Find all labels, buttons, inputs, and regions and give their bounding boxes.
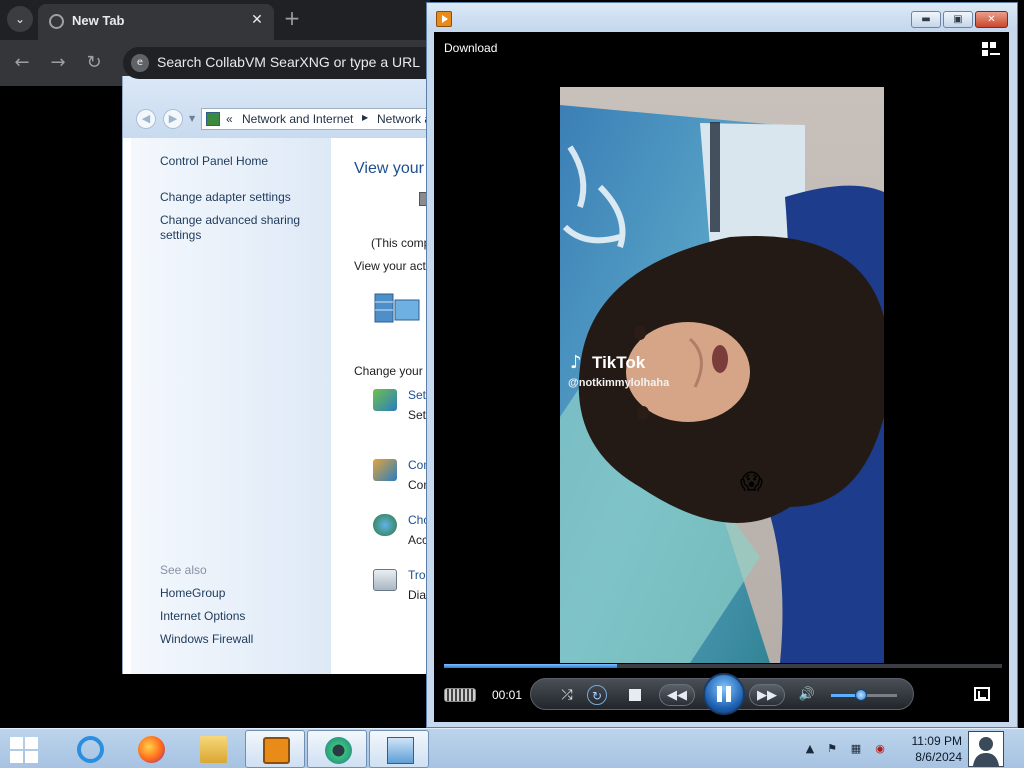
troubleshoot-icon — [373, 569, 397, 591]
control-panel-icon — [387, 737, 414, 764]
breadcrumb[interactable]: « Network and Internet ▶ Network and Sha… — [201, 108, 430, 130]
seek-bar-progress — [444, 664, 617, 668]
internet-explorer-icon — [77, 736, 104, 763]
clock-time[interactable]: 11:09 PM — [900, 734, 962, 748]
seek-bar[interactable] — [444, 664, 1002, 668]
tab-search-icon[interactable]: ⌄ — [7, 6, 33, 32]
tiktok-logo-icon: ♪ — [570, 352, 582, 373]
control-panel-sidebar: Control Panel Home Change adapter settin… — [131, 138, 331, 674]
reload-icon[interactable]: ↻ — [82, 51, 106, 75]
sidebar-item-change-adapter-settings[interactable]: Change adapter settings — [160, 190, 320, 205]
control-panel-main: View your basic network information and … — [331, 138, 430, 674]
start-button[interactable] — [10, 737, 40, 763]
media-player-icon — [263, 737, 290, 764]
tab-favicon-icon — [49, 14, 64, 29]
tab-title: New Tab — [72, 13, 125, 28]
address-bar[interactable]: e Search CollabVM SearXNG or type a URL — [123, 47, 433, 79]
connect-network-icon — [373, 459, 397, 481]
volume-slider-thumb[interactable] — [854, 689, 867, 701]
new-connection-icon — [373, 389, 397, 411]
maximize-button[interactable]: ▣ — [943, 11, 973, 28]
breadcrumb-network-and-internet[interactable]: Network and Internet — [242, 112, 353, 126]
tab-strip: ⌄ New Tab ✕ + — [0, 0, 430, 40]
sidebar-item-change-advanced-sharing[interactable]: Change advanced sharing settings — [160, 213, 320, 243]
active-networks-label: View your active networks — [354, 259, 430, 273]
fullscreen-icon[interactable] — [974, 687, 990, 701]
tab-new-tab[interactable]: New Tab ✕ — [38, 4, 274, 40]
control-panel-address-bar: ◀ ▶ ▼ « Network and Internet ▶ Network a… — [123, 76, 430, 138]
network-status-icon[interactable]: ▦ — [848, 741, 864, 757]
back-arrow-icon[interactable]: ◀ — [136, 109, 156, 129]
video-frame[interactable]: ♪ TikTok @notkimmylolhaha 😱 — [560, 87, 884, 663]
shuffle-icon[interactable]: ⤮ — [557, 685, 577, 705]
see-also-heading: See also — [160, 563, 207, 577]
media-player-app-icon — [436, 11, 452, 27]
action-center-flag-icon[interactable]: ⚑ — [824, 741, 840, 757]
network-icon — [373, 288, 421, 326]
breadcrumb-overflow-icon[interactable]: « — [226, 112, 233, 126]
video-emoji: 😱 — [740, 470, 763, 495]
control-panel-window: ◀ ▶ ▼ « Network and Internet ▶ Network a… — [122, 76, 430, 674]
new-tab-icon[interactable]: + — [282, 8, 302, 28]
taskbar-file-explorer[interactable] — [183, 730, 243, 768]
show-hidden-icons-icon[interactable]: ▲ — [802, 741, 818, 757]
media-player-window: ▬ ▣ ✕ Download ♪ TikTok @notkimmylolhaha… — [426, 2, 1018, 728]
taskbar-firefox[interactable] — [121, 730, 181, 768]
homegroup-icon — [373, 514, 397, 536]
playback-controls: 00:01 ⤮ ↻ ◀◀ ▶▶ 🔊 — [434, 673, 1009, 722]
breadcrumb-network-sharing-center[interactable]: Network and Sharing Center — [377, 112, 430, 126]
taskbar-internet-explorer[interactable] — [60, 730, 120, 768]
sidebar-item-internet-options[interactable]: Internet Options — [160, 609, 245, 624]
search-engine-icon: e — [131, 54, 149, 72]
back-arrow-icon[interactable]: ← — [10, 51, 34, 75]
sidebar-item-homegroup[interactable]: HomeGroup — [160, 586, 225, 601]
browser-icon — [325, 737, 352, 764]
firefox-icon — [138, 736, 165, 763]
close-button[interactable]: ✕ — [975, 11, 1008, 28]
sidebar-item-control-panel-home[interactable]: Control Panel Home — [160, 154, 268, 169]
video-scene — [560, 87, 884, 663]
desktop: ⌄ New Tab ✕ + ← → ↻ ◀ ▶ ▼ « Network and … — [0, 0, 1024, 768]
taskbar-chromium[interactable] — [307, 730, 367, 768]
switch-to-library-icon[interactable] — [982, 42, 1000, 58]
volume-icon[interactable]: 🔊 — [797, 685, 817, 705]
network-folder-icon — [206, 112, 220, 126]
volume-muted-icon[interactable]: ◉ — [872, 741, 888, 757]
media-player-titlebar[interactable]: ▬ ▣ ✕ — [427, 3, 1017, 31]
layout-grip-icon[interactable] — [444, 688, 476, 702]
video-area[interactable]: Download ♪ TikTok @notkimmylolhaha 😱 00:… — [434, 32, 1009, 722]
volume-slider[interactable] — [831, 689, 897, 701]
recent-pages-dropdown-icon[interactable]: ▼ — [189, 112, 199, 126]
address-bar-placeholder: Search CollabVM SearXNG or type a URL — [157, 54, 420, 70]
user-avatar[interactable] — [968, 731, 1004, 767]
change-settings-label: Change your networking settings — [354, 364, 430, 378]
system-tray: ▲ ⚑ ▦ ◉ 11:09 PM 8/6/2024 — [800, 729, 1024, 768]
forward-arrow-icon[interactable]: ▶ — [163, 109, 183, 129]
previous-button[interactable]: ◀◀ — [659, 684, 695, 706]
download-button[interactable]: Download — [444, 41, 497, 55]
pause-button[interactable] — [703, 673, 745, 715]
breadcrumb-separator-icon[interactable]: ▶ — [362, 113, 368, 122]
sidebar-item-windows-firewall[interactable]: Windows Firewall — [160, 632, 253, 647]
taskbar-control-panel[interactable] — [369, 730, 429, 768]
stop-button[interactable] — [629, 689, 641, 701]
tab-close-icon[interactable]: ✕ — [248, 11, 266, 29]
this-computer-label: (This computer) — [371, 236, 430, 250]
video-watermark-handle: @notkimmylolhaha — [568, 377, 670, 389]
elapsed-time: 00:01 — [492, 688, 523, 702]
next-button[interactable]: ▶▶ — [749, 684, 785, 706]
folder-icon — [200, 736, 227, 763]
video-watermark-brand: TikTok — [592, 353, 646, 372]
repeat-icon[interactable]: ↻ — [587, 685, 607, 705]
clock-date[interactable]: 8/6/2024 — [900, 750, 962, 764]
forward-arrow-icon[interactable]: → — [46, 51, 70, 75]
minimize-button[interactable]: ▬ — [911, 11, 941, 28]
taskbar: ▲ ⚑ ▦ ◉ 11:09 PM 8/6/2024 — [0, 728, 1024, 768]
page-title: View your basic network information and … — [354, 160, 430, 177]
taskbar-media-player[interactable] — [245, 730, 305, 768]
control-bar: ⤮ ↻ ◀◀ ▶▶ 🔊 — [530, 673, 914, 715]
